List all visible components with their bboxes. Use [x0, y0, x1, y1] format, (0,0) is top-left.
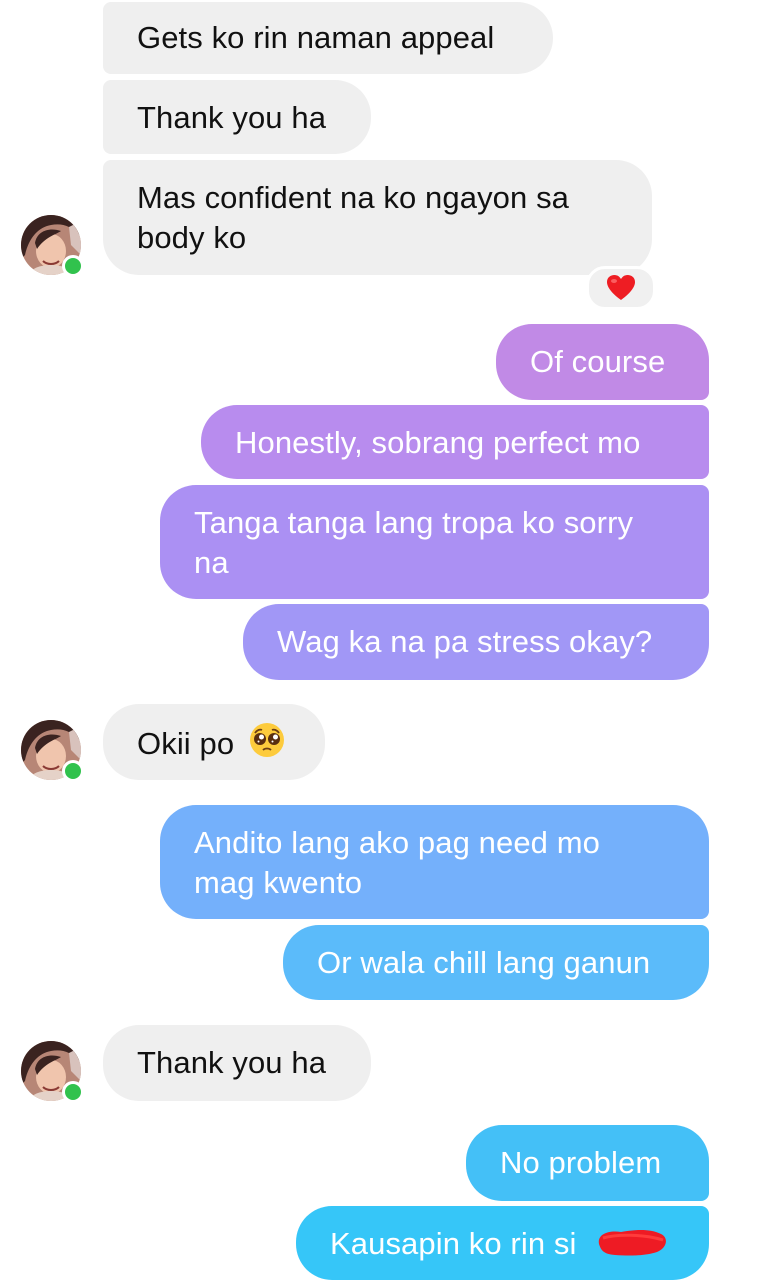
- message-text-line: mag kwento: [194, 865, 363, 900]
- contact-avatar[interactable]: [21, 720, 84, 782]
- outgoing-message[interactable]: Honestly, sobrang perfect mo: [201, 405, 709, 479]
- message-text-line: body ko: [137, 220, 247, 255]
- message-text-line: na: [194, 545, 229, 580]
- message-text: Thank you ha: [137, 100, 327, 135]
- outgoing-message[interactable]: Or wala chill lang ganun: [283, 925, 709, 1000]
- message-text: Okii po: [137, 726, 235, 761]
- message-text: Wag ka na pa stress okay?: [277, 624, 653, 659]
- message-text: Or wala chill lang ganun: [317, 945, 651, 980]
- redaction-mark-icon: [598, 1230, 667, 1256]
- outgoing-message[interactable]: Wag ka na pa stress okay?: [243, 604, 709, 680]
- online-status-dot: [62, 1081, 84, 1103]
- incoming-message[interactable]: Thank you ha: [103, 80, 371, 154]
- outgoing-message[interactable]: Of course: [496, 324, 709, 400]
- message-text: Of course: [530, 344, 666, 379]
- message-text: Thank you ha: [137, 1045, 327, 1080]
- pleading-face-icon: [249, 723, 284, 757]
- online-status-dot: [62, 255, 84, 277]
- message-text-line: Mas confident na ko ngayon sa: [137, 180, 570, 215]
- redaction-scribble: [593, 1226, 669, 1270]
- outgoing-message[interactable]: Andito lang ako pag need mo mag kwento: [160, 805, 709, 919]
- incoming-message[interactable]: Gets ko rin naman appeal: [103, 2, 553, 74]
- message-text-line: Tanga tanga lang tropa ko sorry: [194, 505, 634, 540]
- message-text-line: Andito lang ako pag need mo: [194, 825, 601, 860]
- contact-avatar[interactable]: [21, 215, 84, 277]
- incoming-message[interactable]: Mas confident na ko ngayon sa body ko: [103, 160, 652, 275]
- message-reaction[interactable]: [586, 266, 656, 310]
- incoming-message[interactable]: Okii po: [103, 704, 325, 780]
- pleading-face-emoji: [249, 722, 285, 768]
- message-text: Kausapin ko rin si: [330, 1226, 577, 1261]
- incoming-message[interactable]: Thank you ha: [103, 1025, 371, 1101]
- red-heart-icon: [607, 275, 635, 300]
- message-text: Honestly, sobrang perfect mo: [235, 425, 641, 460]
- message-text: No problem: [500, 1145, 662, 1180]
- contact-avatar[interactable]: [21, 1041, 84, 1103]
- online-status-dot: [62, 760, 84, 782]
- outgoing-message[interactable]: Kausapin ko rin si: [296, 1206, 709, 1280]
- message-text: Gets ko rin naman appeal: [137, 20, 495, 55]
- outgoing-message[interactable]: No problem: [466, 1125, 709, 1201]
- outgoing-message[interactable]: Tanga tanga lang tropa ko sorry na: [160, 485, 709, 599]
